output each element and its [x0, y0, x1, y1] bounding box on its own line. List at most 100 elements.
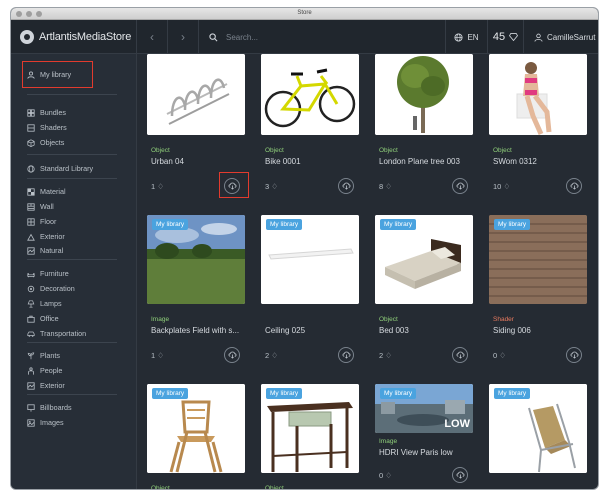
download-button[interactable]	[452, 467, 468, 483]
asset-type: Image	[379, 438, 398, 445]
sidebar-item-label: Exterior	[40, 232, 65, 241]
cloud-download-icon	[456, 182, 464, 190]
diamond-icon: ♢	[503, 182, 511, 191]
count-value: 2	[379, 351, 384, 360]
asset-card-siding-006[interactable]: My library Shader Siding 006 0 ♢	[489, 215, 587, 363]
sidebar-divider	[27, 94, 117, 95]
download-button[interactable]	[338, 347, 354, 363]
count-value: 1	[151, 182, 156, 191]
window-title: Store	[297, 10, 312, 16]
asset-count: 1 ♢	[151, 182, 164, 191]
store-window: Store ArtlantisMediaStore ‹ › EN 45 Cami…	[11, 8, 598, 489]
sidebar-item-wall[interactable]: Wall	[27, 202, 54, 211]
sidebar-item-label: People	[40, 366, 63, 375]
sidebar: My library Bundles Shaders Objects Stand…	[11, 54, 137, 489]
search-input[interactable]	[226, 32, 426, 42]
download-button[interactable]	[566, 178, 582, 194]
sidebar-item-label: Furniture	[40, 269, 69, 278]
download-highlight	[219, 172, 249, 198]
asset-name: Bike 0001	[265, 157, 301, 166]
download-button[interactable]	[566, 347, 582, 363]
download-button[interactable]	[224, 347, 240, 363]
sidebar-item-decoration[interactable]: Decoration	[27, 284, 75, 293]
sofa-icon	[27, 272, 35, 277]
sidebar-item-standard-library[interactable]: Standard Library	[27, 164, 93, 173]
sidebar-item-label: Plants	[40, 351, 60, 360]
back-button[interactable]: ‹	[137, 20, 168, 54]
asset-thumbnail	[489, 54, 587, 135]
sidebar-item-label: Material	[40, 187, 66, 196]
asset-card-deck-chair[interactable]: My library	[489, 384, 587, 473]
asset-thumbnail: My library	[147, 215, 245, 304]
asset-card-backplates-field[interactable]: My library Image Backplates Field with s…	[147, 215, 245, 363]
asset-type: Object	[379, 316, 398, 323]
asset-card-bike-0001[interactable]: Object Bike 0001 3 ♢	[261, 54, 359, 194]
download-button[interactable]	[452, 178, 468, 194]
asset-type: Object	[493, 147, 512, 154]
sidebar-item-transportation[interactable]: Transportation	[27, 329, 86, 338]
asset-card-urban-04[interactable]: Object Urban 04 1 ♢	[147, 54, 249, 198]
diamond-icon: ♢	[157, 182, 164, 191]
asset-count: 2 ♢	[265, 351, 278, 360]
car-icon	[27, 331, 35, 337]
asset-card-bed-003[interactable]: My library Object Bed 003 2 ♢	[375, 215, 473, 363]
sidebar-item-objects[interactable]: Objects	[27, 138, 64, 147]
shader-icon	[27, 123, 35, 132]
asset-thumbnail: My library	[489, 215, 587, 304]
my-library-badge: My library	[152, 219, 189, 230]
exterior-icon	[27, 381, 35, 390]
low-resolution-label: LOW	[444, 418, 470, 430]
sidebar-item-exterior[interactable]: Exterior	[27, 381, 65, 390]
my-library-badge: My library	[266, 388, 303, 399]
user-menu[interactable]: CamilleSarrut	[523, 20, 598, 54]
search-bar[interactable]	[199, 20, 445, 54]
asset-name: HDRI View Paris low	[379, 448, 453, 457]
diamond-icon: ♢	[271, 182, 278, 191]
asset-card-swom-0312[interactable]: Object SWom 0312 10 ♢	[489, 54, 587, 194]
language-selector[interactable]: EN	[445, 20, 487, 54]
download-button[interactable]	[338, 178, 354, 194]
sidebar-item-label: Decoration	[40, 284, 75, 293]
asset-card-hdri-view-paris-low[interactable]: My library LOW Image HDRI View Paris low…	[375, 384, 473, 483]
sidebar-item-office[interactable]: Office	[27, 314, 59, 323]
my-library-badge: My library	[380, 388, 417, 399]
billboard-icon	[27, 403, 35, 412]
sidebar-divider	[27, 259, 117, 260]
asset-name: Ceiling 025	[265, 326, 306, 335]
sidebar-item-label: Objects	[40, 138, 65, 147]
sidebar-item-natural[interactable]: Natural	[27, 246, 63, 255]
credits-display[interactable]: 45	[487, 20, 523, 54]
sidebar-item-bundles[interactable]: Bundles	[27, 108, 66, 117]
username: CamilleSarrut	[547, 32, 596, 42]
asset-card-console-table[interactable]: My library Object	[261, 384, 359, 489]
asset-type: Object	[151, 147, 170, 154]
sidebar-item-people[interactable]: People	[27, 366, 62, 375]
asset-count: 10 ♢	[493, 182, 510, 191]
asset-count: 0 ♢	[379, 471, 392, 480]
title-bar: Store	[11, 8, 598, 20]
people-icon	[28, 366, 34, 375]
sidebar-item-exterior[interactable]: Exterior	[27, 232, 65, 241]
sidebar-item-furniture[interactable]: Furniture	[27, 269, 69, 278]
cloud-download-icon	[456, 471, 464, 479]
forward-button[interactable]: ›	[168, 20, 199, 54]
globe-icon	[27, 164, 35, 173]
asset-card-london-plane-tree-003[interactable]: Object London Plane tree 003 8 ♢	[375, 54, 473, 194]
sidebar-item-lamps[interactable]: Lamps	[27, 299, 62, 308]
natural-icon	[27, 246, 35, 255]
asset-card-chair[interactable]: My library Object	[147, 384, 245, 489]
asset-name: Urban 04	[151, 157, 184, 166]
asset-name: Bed 003	[379, 326, 409, 335]
asset-card-ceiling-025[interactable]: My library Ceiling 025 2 ♢	[261, 215, 359, 363]
brand[interactable]: ArtlantisMediaStore	[11, 20, 137, 54]
sidebar-item-plants[interactable]: Plants	[27, 351, 60, 360]
diamond-icon: ♢	[385, 351, 392, 360]
sidebar-item-material[interactable]: Material	[27, 187, 66, 196]
sidebar-item-images[interactable]: Images	[27, 418, 64, 427]
globe-icon	[454, 32, 463, 42]
sidebar-item-billboards[interactable]: Billboards	[27, 403, 72, 412]
sidebar-item-shaders[interactable]: Shaders	[27, 123, 67, 132]
download-button[interactable]	[452, 347, 468, 363]
sidebar-item-floor[interactable]: Floor	[27, 217, 56, 226]
asset-type: Object	[265, 485, 284, 489]
